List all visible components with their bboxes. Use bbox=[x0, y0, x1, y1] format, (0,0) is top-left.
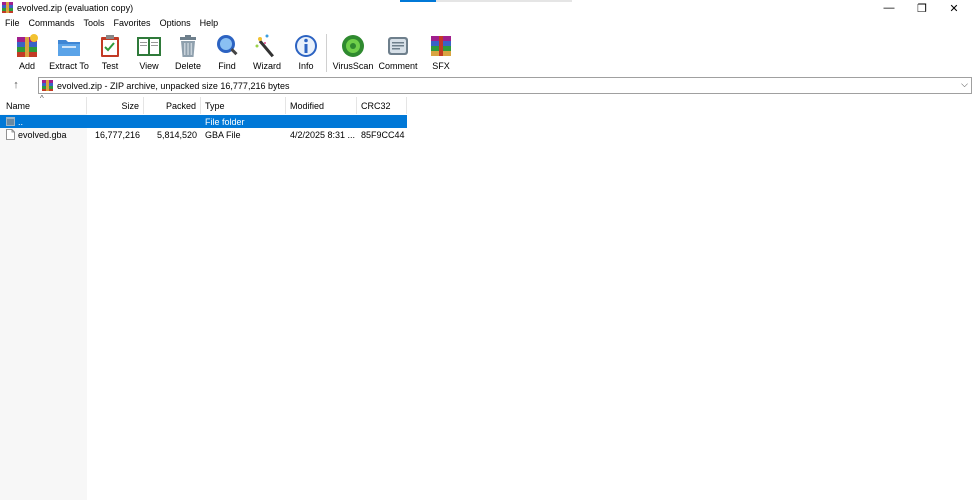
chevron-down-icon[interactable]: ⌵ bbox=[961, 79, 968, 90]
add-archive-icon bbox=[17, 34, 38, 57]
row-size: 16,777,216 bbox=[94, 130, 140, 140]
view-button[interactable]: View bbox=[134, 33, 164, 73]
address-bar[interactable]: evolved.zip - ZIP archive, unpacked size… bbox=[38, 77, 972, 94]
menu-bar: File Commands Tools Favorites Options He… bbox=[0, 16, 972, 30]
add-label: Add bbox=[18, 61, 35, 71]
toolbar-separator bbox=[326, 34, 327, 72]
find-label: Find bbox=[218, 61, 236, 71]
comment-label: Comment bbox=[378, 61, 418, 71]
comment-button[interactable]: Comment bbox=[378, 33, 418, 73]
menu-favorites[interactable]: Favorites bbox=[114, 18, 151, 28]
file-list: ^ Name Size Packed Type Modified CRC32 .… bbox=[0, 94, 972, 500]
column-modified[interactable]: Modified bbox=[286, 97, 357, 114]
test-label: Test bbox=[101, 61, 119, 71]
column-packed[interactable]: Packed bbox=[144, 97, 201, 114]
view-book-icon bbox=[137, 37, 161, 56]
info-button[interactable]: Info bbox=[293, 33, 319, 73]
extract-to-label: Extract To bbox=[49, 61, 89, 71]
close-button[interactable]: ✕ bbox=[938, 0, 970, 16]
sort-ascending-icon: ^ bbox=[40, 94, 44, 103]
title-accent-gray bbox=[436, 0, 572, 2]
column-crc32[interactable]: CRC32 bbox=[357, 97, 407, 114]
trash-icon bbox=[180, 35, 196, 57]
extract-to-button[interactable]: Extract To bbox=[49, 33, 89, 73]
virusscan-icon bbox=[342, 35, 364, 57]
test-button[interactable]: Test bbox=[98, 33, 122, 73]
info-label: Info bbox=[298, 61, 314, 71]
delete-button[interactable]: Delete bbox=[174, 33, 202, 73]
table-row[interactable]: evolved.gba 16,777,216 5,814,520 GBA Fil… bbox=[0, 128, 407, 141]
minimize-button[interactable]: — bbox=[873, 0, 905, 16]
sfx-label: SFX bbox=[432, 61, 450, 71]
column-name-label: Name bbox=[6, 101, 31, 111]
extract-folder-icon bbox=[58, 40, 80, 56]
row-type: GBA File bbox=[205, 130, 241, 140]
title-bar: evolved.zip (evaluation copy) — ❐ ✕ bbox=[0, 0, 972, 16]
row-name: evolved.gba bbox=[18, 130, 67, 140]
sfx-box-icon bbox=[431, 36, 451, 56]
find-magnifier-icon bbox=[217, 35, 238, 56]
wizard-label: Wizard bbox=[252, 61, 281, 71]
toolbar: Add Extract To Test View Delete Find Wiz… bbox=[0, 30, 972, 75]
address-row: ↑ evolved.zip - ZIP archive, unpacked si… bbox=[0, 76, 972, 95]
row-modified: 4/2/2025 8:31 ... bbox=[290, 130, 356, 140]
table-row[interactable]: .. File folder bbox=[0, 115, 407, 128]
minimize-icon: — bbox=[883, 2, 895, 14]
restore-icon: ❐ bbox=[917, 2, 927, 15]
row-packed: 5,814,520 bbox=[156, 130, 197, 140]
row-crc32: 85F9CC44 bbox=[361, 130, 405, 140]
column-header-row: ^ Name Size Packed Type Modified CRC32 bbox=[0, 94, 972, 114]
column-crc32-label: CRC32 bbox=[361, 101, 391, 111]
column-size[interactable]: Size bbox=[87, 97, 144, 114]
test-clipboard-icon bbox=[101, 35, 119, 57]
add-button[interactable]: Add bbox=[13, 33, 41, 73]
maximize-button[interactable]: ❐ bbox=[906, 0, 938, 16]
menu-options[interactable]: Options bbox=[160, 18, 191, 28]
view-label: View bbox=[139, 61, 159, 71]
column-type[interactable]: Type bbox=[201, 97, 286, 114]
window-title: evolved.zip (evaluation copy) bbox=[17, 3, 134, 13]
column-modified-label: Modified bbox=[290, 101, 325, 111]
column-name[interactable]: ^ Name bbox=[0, 94, 87, 114]
winrar-app-icon bbox=[2, 2, 13, 13]
address-text: evolved.zip - ZIP archive, unpacked size… bbox=[57, 81, 290, 91]
name-column-background bbox=[0, 114, 87, 500]
comment-icon bbox=[388, 37, 408, 55]
close-icon: ✕ bbox=[949, 2, 959, 15]
info-icon bbox=[295, 35, 317, 57]
menu-file[interactable]: File bbox=[5, 18, 20, 28]
column-packed-label: Packed bbox=[165, 101, 196, 111]
virusscan-button[interactable]: VirusScan bbox=[332, 33, 374, 73]
menu-help[interactable]: Help bbox=[200, 18, 219, 28]
column-type-label: Type bbox=[205, 101, 225, 111]
archive-icon bbox=[42, 80, 53, 91]
column-size-label: Size bbox=[121, 101, 139, 111]
menu-commands[interactable]: Commands bbox=[29, 18, 75, 28]
row-type: File folder bbox=[205, 117, 245, 127]
row-name: .. bbox=[18, 117, 24, 127]
virusscan-label: VirusScan bbox=[332, 61, 374, 71]
arrow-up-icon: ↑ bbox=[13, 79, 19, 91]
wizard-wand-icon bbox=[255, 34, 274, 58]
delete-label: Delete bbox=[174, 61, 201, 71]
up-one-level-button[interactable]: ↑ bbox=[8, 78, 24, 92]
wizard-button[interactable]: Wizard bbox=[252, 33, 282, 73]
menu-tools[interactable]: Tools bbox=[84, 18, 105, 28]
folder-up-icon bbox=[6, 117, 15, 126]
file-icon bbox=[6, 129, 15, 140]
sfx-button[interactable]: SFX bbox=[426, 33, 456, 73]
title-accent bbox=[400, 0, 436, 2]
find-button[interactable]: Find bbox=[214, 33, 240, 73]
